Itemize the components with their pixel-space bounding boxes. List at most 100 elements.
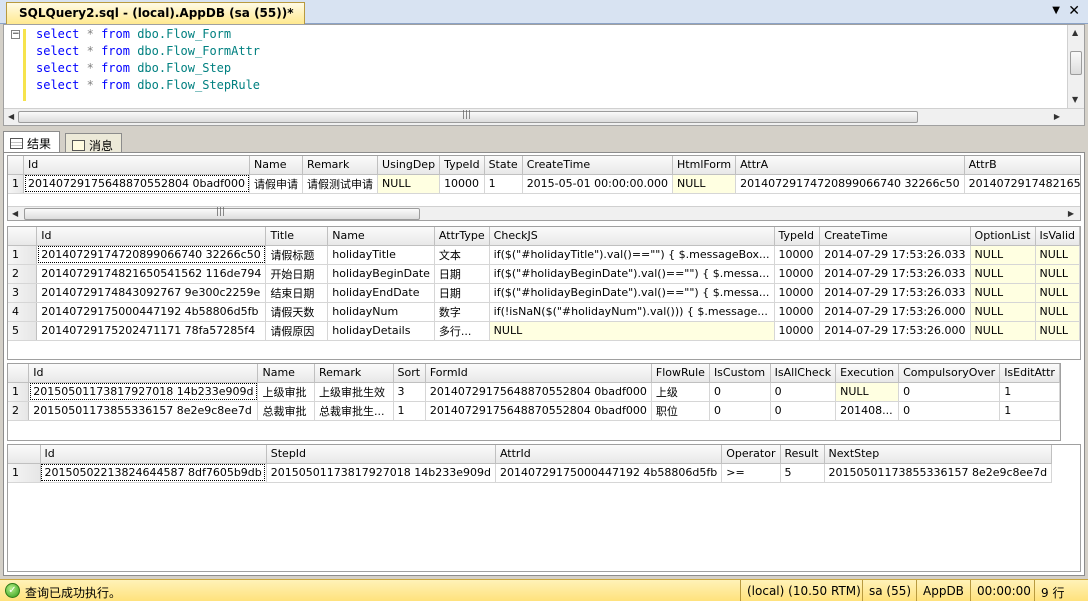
table-row[interactable]: 2 20150501173855336157 8e2e9c8ee7d 总裁审批 总裁审… xyxy=(8,401,1060,421)
table-cell[interactable]: 数字 xyxy=(434,302,490,322)
table-cell[interactable]: NULL xyxy=(970,302,1036,322)
table-row[interactable]: 1 20150502213824644587 8df7605b9db 2015050… xyxy=(8,463,1053,483)
scroll-down-icon[interactable]: ▼ xyxy=(1072,95,1078,104)
column-header[interactable]: UsingDep xyxy=(377,156,441,175)
table-cell[interactable]: 请假原因 xyxy=(265,321,329,341)
table-cell[interactable]: 2015-05-01 00:00:00.000 xyxy=(522,174,674,194)
column-header[interactable]: CompulsoryOver xyxy=(898,364,1001,383)
scrollbar-thumb[interactable] xyxy=(1070,51,1082,75)
close-icon[interactable]: ✕ xyxy=(1068,3,1080,19)
editor-text-area[interactable]: − select * from dbo.Flow_Form select * f… xyxy=(4,25,1064,109)
column-header[interactable]: Name xyxy=(257,364,315,383)
table-cell[interactable]: 2014-07-29 17:53:26.033 xyxy=(819,245,971,265)
scroll-left-icon[interactable]: ◀ xyxy=(12,209,18,218)
result-grid-flow-steprule[interactable]: Id StepId AttrId Operator Result NextStep 1 20… xyxy=(7,444,1081,572)
row-number[interactable]: 1 xyxy=(8,382,30,402)
row-number[interactable]: 2 xyxy=(8,401,30,421)
column-header[interactable]: IsAllCheck xyxy=(770,364,837,383)
table-cell[interactable]: 1 xyxy=(393,401,426,421)
editor-horizontal-scrollbar[interactable]: ◀ ||| ▶ xyxy=(4,108,1084,125)
column-header[interactable]: IsValid xyxy=(1035,227,1080,246)
table-cell[interactable]: 20140729175000447192 4b58806d5fb xyxy=(495,463,723,483)
column-header[interactable]: FlowRule xyxy=(651,364,710,383)
column-header[interactable]: TypeId xyxy=(439,156,485,175)
row-number[interactable]: 3 xyxy=(8,283,38,303)
table-cell[interactable]: 3 xyxy=(393,382,426,402)
column-header[interactable]: AttrA xyxy=(735,156,965,175)
table-cell[interactable]: 20150502213824644587 8df7605b9db xyxy=(40,463,267,483)
table-cell[interactable]: >= xyxy=(721,463,781,483)
table-cell[interactable]: 总裁审批生... xyxy=(314,401,394,421)
column-header[interactable]: IsEditAttr xyxy=(999,364,1060,383)
table-cell[interactable]: 请假测试申请 xyxy=(302,174,379,194)
scroll-right-icon[interactable]: ▶ xyxy=(1054,112,1060,121)
table-cell[interactable]: 请假申请 xyxy=(249,174,304,194)
column-header[interactable]: AttrId xyxy=(495,445,723,464)
column-header[interactable]: Title xyxy=(265,227,329,246)
table-cell[interactable]: 10000 xyxy=(774,302,821,322)
table-cell[interactable]: NULL xyxy=(1035,321,1080,341)
table-row[interactable]: 1 20140729175648870552804 0badf000 请假申请 请假测… xyxy=(8,174,1080,194)
table-row[interactable]: 2 20140729174821650541562 116de794 开始日期 hol… xyxy=(8,264,1080,284)
table-cell[interactable]: 日期 xyxy=(434,283,490,303)
table-cell[interactable]: 20140729175648870552804 0badf000 xyxy=(425,401,652,421)
table-cell[interactable]: NULL xyxy=(970,245,1036,265)
table-cell[interactable]: NULL xyxy=(1035,283,1080,303)
column-header[interactable]: CreateTime xyxy=(522,156,674,175)
row-number[interactable]: 1 xyxy=(8,463,41,483)
table-cell[interactable]: 总裁审批 xyxy=(257,401,315,421)
table-cell[interactable]: holidayDetails xyxy=(327,321,435,341)
table-cell[interactable]: 20140729175648870552804 0badf000 xyxy=(425,382,652,402)
code-line[interactable]: select * from dbo.Flow_Form xyxy=(36,27,231,44)
collapse-icon[interactable]: − xyxy=(11,30,20,39)
column-header[interactable]: StepId xyxy=(266,445,496,464)
table-cell[interactable]: 10000 xyxy=(774,245,821,265)
column-header[interactable]: Id xyxy=(36,227,267,246)
column-header[interactable]: FormId xyxy=(425,364,652,383)
table-cell[interactable]: 请假天数 xyxy=(265,302,329,322)
table-cell[interactable]: 2014-07-29 17:53:26.000 xyxy=(819,302,971,322)
table-cell[interactable]: 上级审批 xyxy=(257,382,315,402)
table-cell[interactable]: holidayNum xyxy=(327,302,435,322)
row-number[interactable]: 4 xyxy=(8,302,38,322)
scroll-right-icon[interactable]: ▶ xyxy=(1068,209,1074,218)
table-row[interactable]: 5 20140729175202471171 78fa57285f4 请假原因 hol… xyxy=(8,321,1080,341)
result-grid-flow-formattr[interactable]: Id Title Name AttrType CheckJS TypeId CreateTi… xyxy=(7,226,1081,360)
column-header[interactable]: OptionList xyxy=(970,227,1036,246)
table-cell[interactable]: 多行... xyxy=(434,321,490,341)
table-cell[interactable]: 0 xyxy=(898,382,1001,402)
column-header[interactable]: AttrB xyxy=(964,156,1080,175)
column-header[interactable]: Name xyxy=(327,227,435,246)
column-header[interactable]: CheckJS xyxy=(489,227,775,246)
table-cell[interactable]: NULL xyxy=(970,321,1036,341)
column-header[interactable]: Sort xyxy=(393,364,426,383)
table-cell[interactable]: 20140729174843092767 9e300c2259e xyxy=(36,283,267,303)
table-cell[interactable]: NULL xyxy=(970,283,1036,303)
column-header[interactable]: HtmlForm xyxy=(672,156,737,175)
column-header[interactable]: Id xyxy=(28,364,259,383)
table-cell[interactable]: 文本 xyxy=(434,245,490,265)
column-header[interactable]: Operator xyxy=(721,445,781,464)
table-cell[interactable]: 开始日期 xyxy=(265,264,329,284)
scroll-left-icon[interactable]: ◀ xyxy=(8,112,14,121)
table-cell[interactable]: 2014-07-29 17:53:26.033 xyxy=(819,264,971,284)
table-cell[interactable]: if($("#holidayBeginDate").val()=="") { $… xyxy=(489,264,775,284)
table-cell[interactable]: 20140729175648870552804 0badf000 xyxy=(23,174,251,194)
row-number[interactable]: 5 xyxy=(8,321,38,341)
table-cell[interactable]: 0 xyxy=(898,401,1001,421)
table-row[interactable]: 3 20140729174843092767 9e300c2259e 结束日期 hol… xyxy=(8,283,1080,303)
column-header[interactable]: TypeId xyxy=(774,227,821,246)
table-cell[interactable]: 0 xyxy=(770,382,837,402)
column-header[interactable]: Id xyxy=(23,156,251,175)
table-cell[interactable]: 20140729174720899066740 32266c50 xyxy=(735,174,965,194)
column-header[interactable]: Execution xyxy=(835,364,900,383)
table-cell[interactable]: if(!isNaN($("#holidayNum").val())) { $.m… xyxy=(489,302,775,322)
table-cell[interactable]: NULL xyxy=(377,174,441,194)
table-cell[interactable]: 20140729175000447192 4b58806d5fb xyxy=(36,302,267,322)
table-cell[interactable]: 0 xyxy=(709,382,771,402)
sql-editor[interactable]: − select * from dbo.Flow_Form select * f… xyxy=(3,24,1085,126)
table-cell[interactable]: 10000 xyxy=(774,321,821,341)
chevron-down-icon[interactable]: ▼ xyxy=(1052,5,1060,16)
table-cell[interactable]: 20150501173855336157 8e2e9c8ee7d xyxy=(824,463,1053,483)
column-header[interactable]: Result xyxy=(780,445,825,464)
